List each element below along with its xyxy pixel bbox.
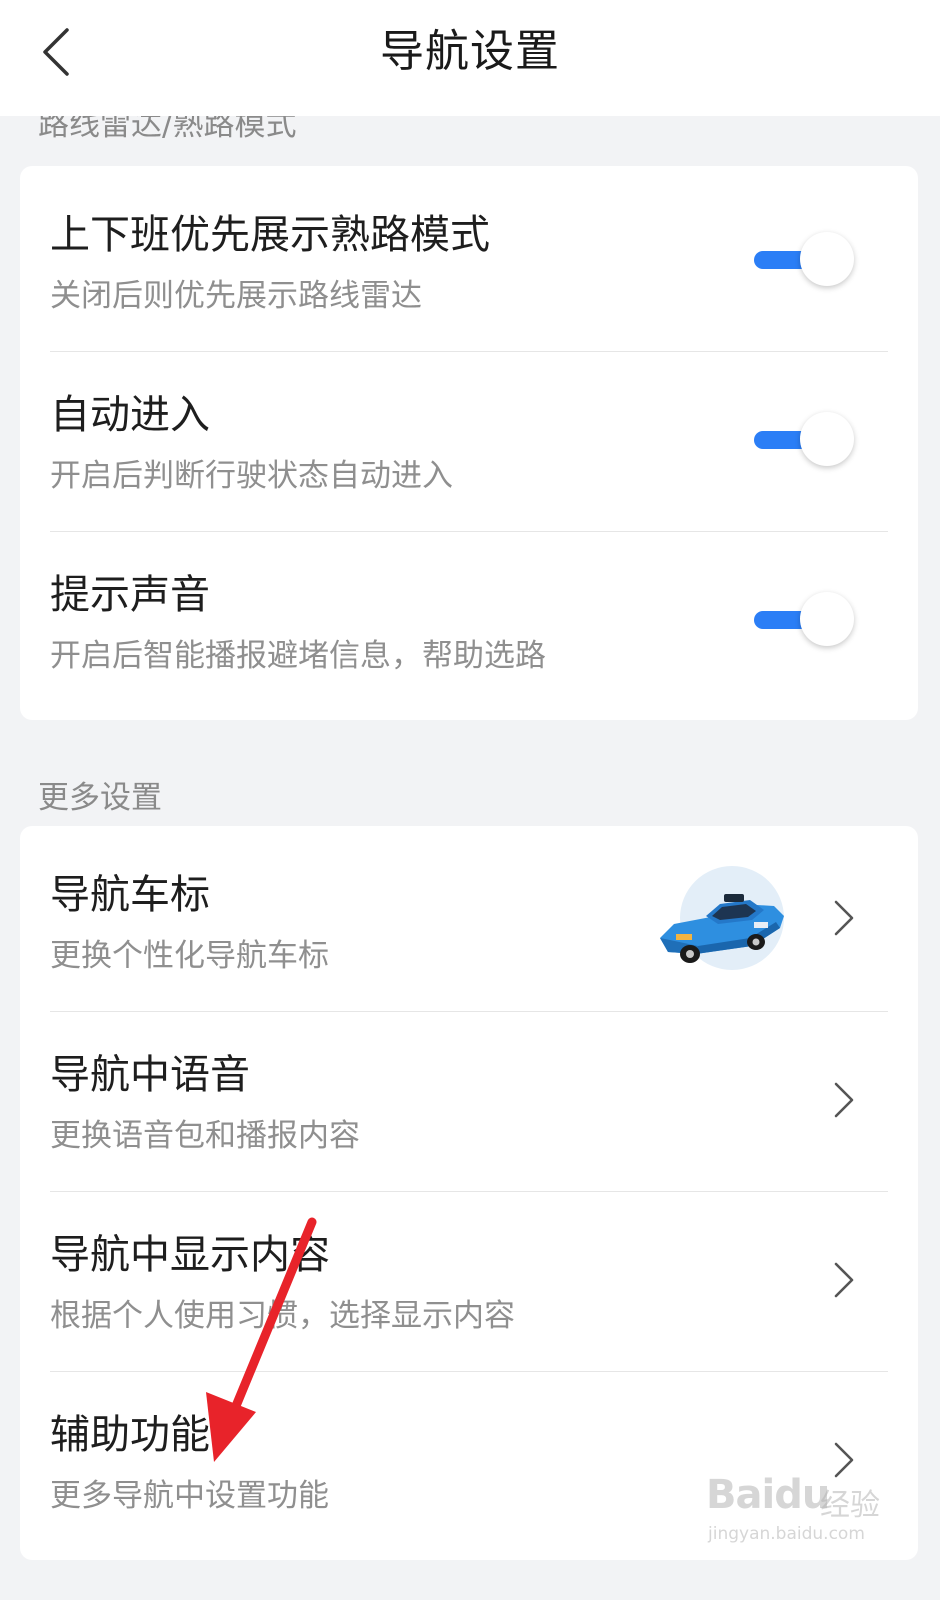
setting-row-sound[interactable]: 提示声音 开启后智能播报避堵信息，帮助选路: [20, 532, 918, 712]
chevron-right-icon: [834, 900, 854, 936]
setting-row-voice[interactable]: 导航中语音 更换语音包和播报内容: [20, 1012, 918, 1192]
setting-row-commute-mode[interactable]: 上下班优先展示熟路模式 关闭后则优先展示路线雷达: [20, 166, 918, 346]
watermark-brand: Baidu: [706, 1472, 830, 1518]
watermark-url: jingyan.baidu.com: [708, 1524, 865, 1544]
setting-row-auto-enter[interactable]: 自动进入 开启后判断行驶状态自动进入: [20, 352, 918, 532]
setting-title: 导航中显示内容: [50, 1232, 330, 1278]
setting-subtitle: 关闭后则优先展示路线雷达: [50, 278, 422, 314]
chevron-right-icon: [834, 1262, 854, 1298]
header-bar: 导航设置: [0, 0, 940, 116]
auto-enter-toggle[interactable]: [750, 410, 860, 470]
sound-toggle[interactable]: [750, 590, 860, 650]
baidu-watermark: Baidu 经验 jingyan.baidu.com: [706, 1462, 906, 1552]
setting-title: 上下班优先展示熟路模式: [50, 212, 490, 258]
commute-mode-toggle[interactable]: [750, 230, 860, 290]
setting-title: 导航中语音: [50, 1052, 250, 1098]
setting-subtitle: 开启后智能播报避堵信息，帮助选路: [50, 638, 546, 674]
setting-subtitle: 更换语音包和播报内容: [50, 1118, 360, 1154]
setting-subtitle: 更多导航中设置功能: [50, 1478, 329, 1514]
setting-subtitle: 更换个性化导航车标: [50, 938, 329, 974]
more-settings-card: 导航车标 更换个性化导航车标 导航中语音 更换语音包和播报内容 导航中显示内容 …: [20, 826, 918, 1560]
toggle-knob: [800, 232, 854, 286]
setting-title: 提示声音: [50, 572, 210, 618]
section-label-more: 更多设置: [38, 780, 162, 816]
setting-row-display-content[interactable]: 导航中显示内容 根据个人使用习惯，选择显示内容: [20, 1192, 918, 1372]
page-title: 导航设置: [380, 26, 560, 77]
watermark-cn: 经验: [820, 1488, 880, 1523]
setting-title: 导航车标: [50, 872, 210, 918]
setting-row-car-icon[interactable]: 导航车标 更换个性化导航车标: [20, 826, 918, 1006]
chevron-right-icon: [834, 1082, 854, 1118]
setting-subtitle: 开启后判断行驶状态自动进入: [50, 458, 453, 494]
toggle-knob: [800, 412, 854, 466]
car-icon: [660, 866, 784, 970]
setting-title: 辅助功能: [50, 1412, 210, 1458]
toggle-settings-card: 上下班优先展示熟路模式 关闭后则优先展示路线雷达 自动进入 开启后判断行驶状态自…: [20, 166, 918, 720]
toggle-knob: [800, 592, 854, 646]
setting-title: 自动进入: [50, 392, 210, 438]
setting-subtitle: 根据个人使用习惯，选择显示内容: [50, 1298, 515, 1334]
